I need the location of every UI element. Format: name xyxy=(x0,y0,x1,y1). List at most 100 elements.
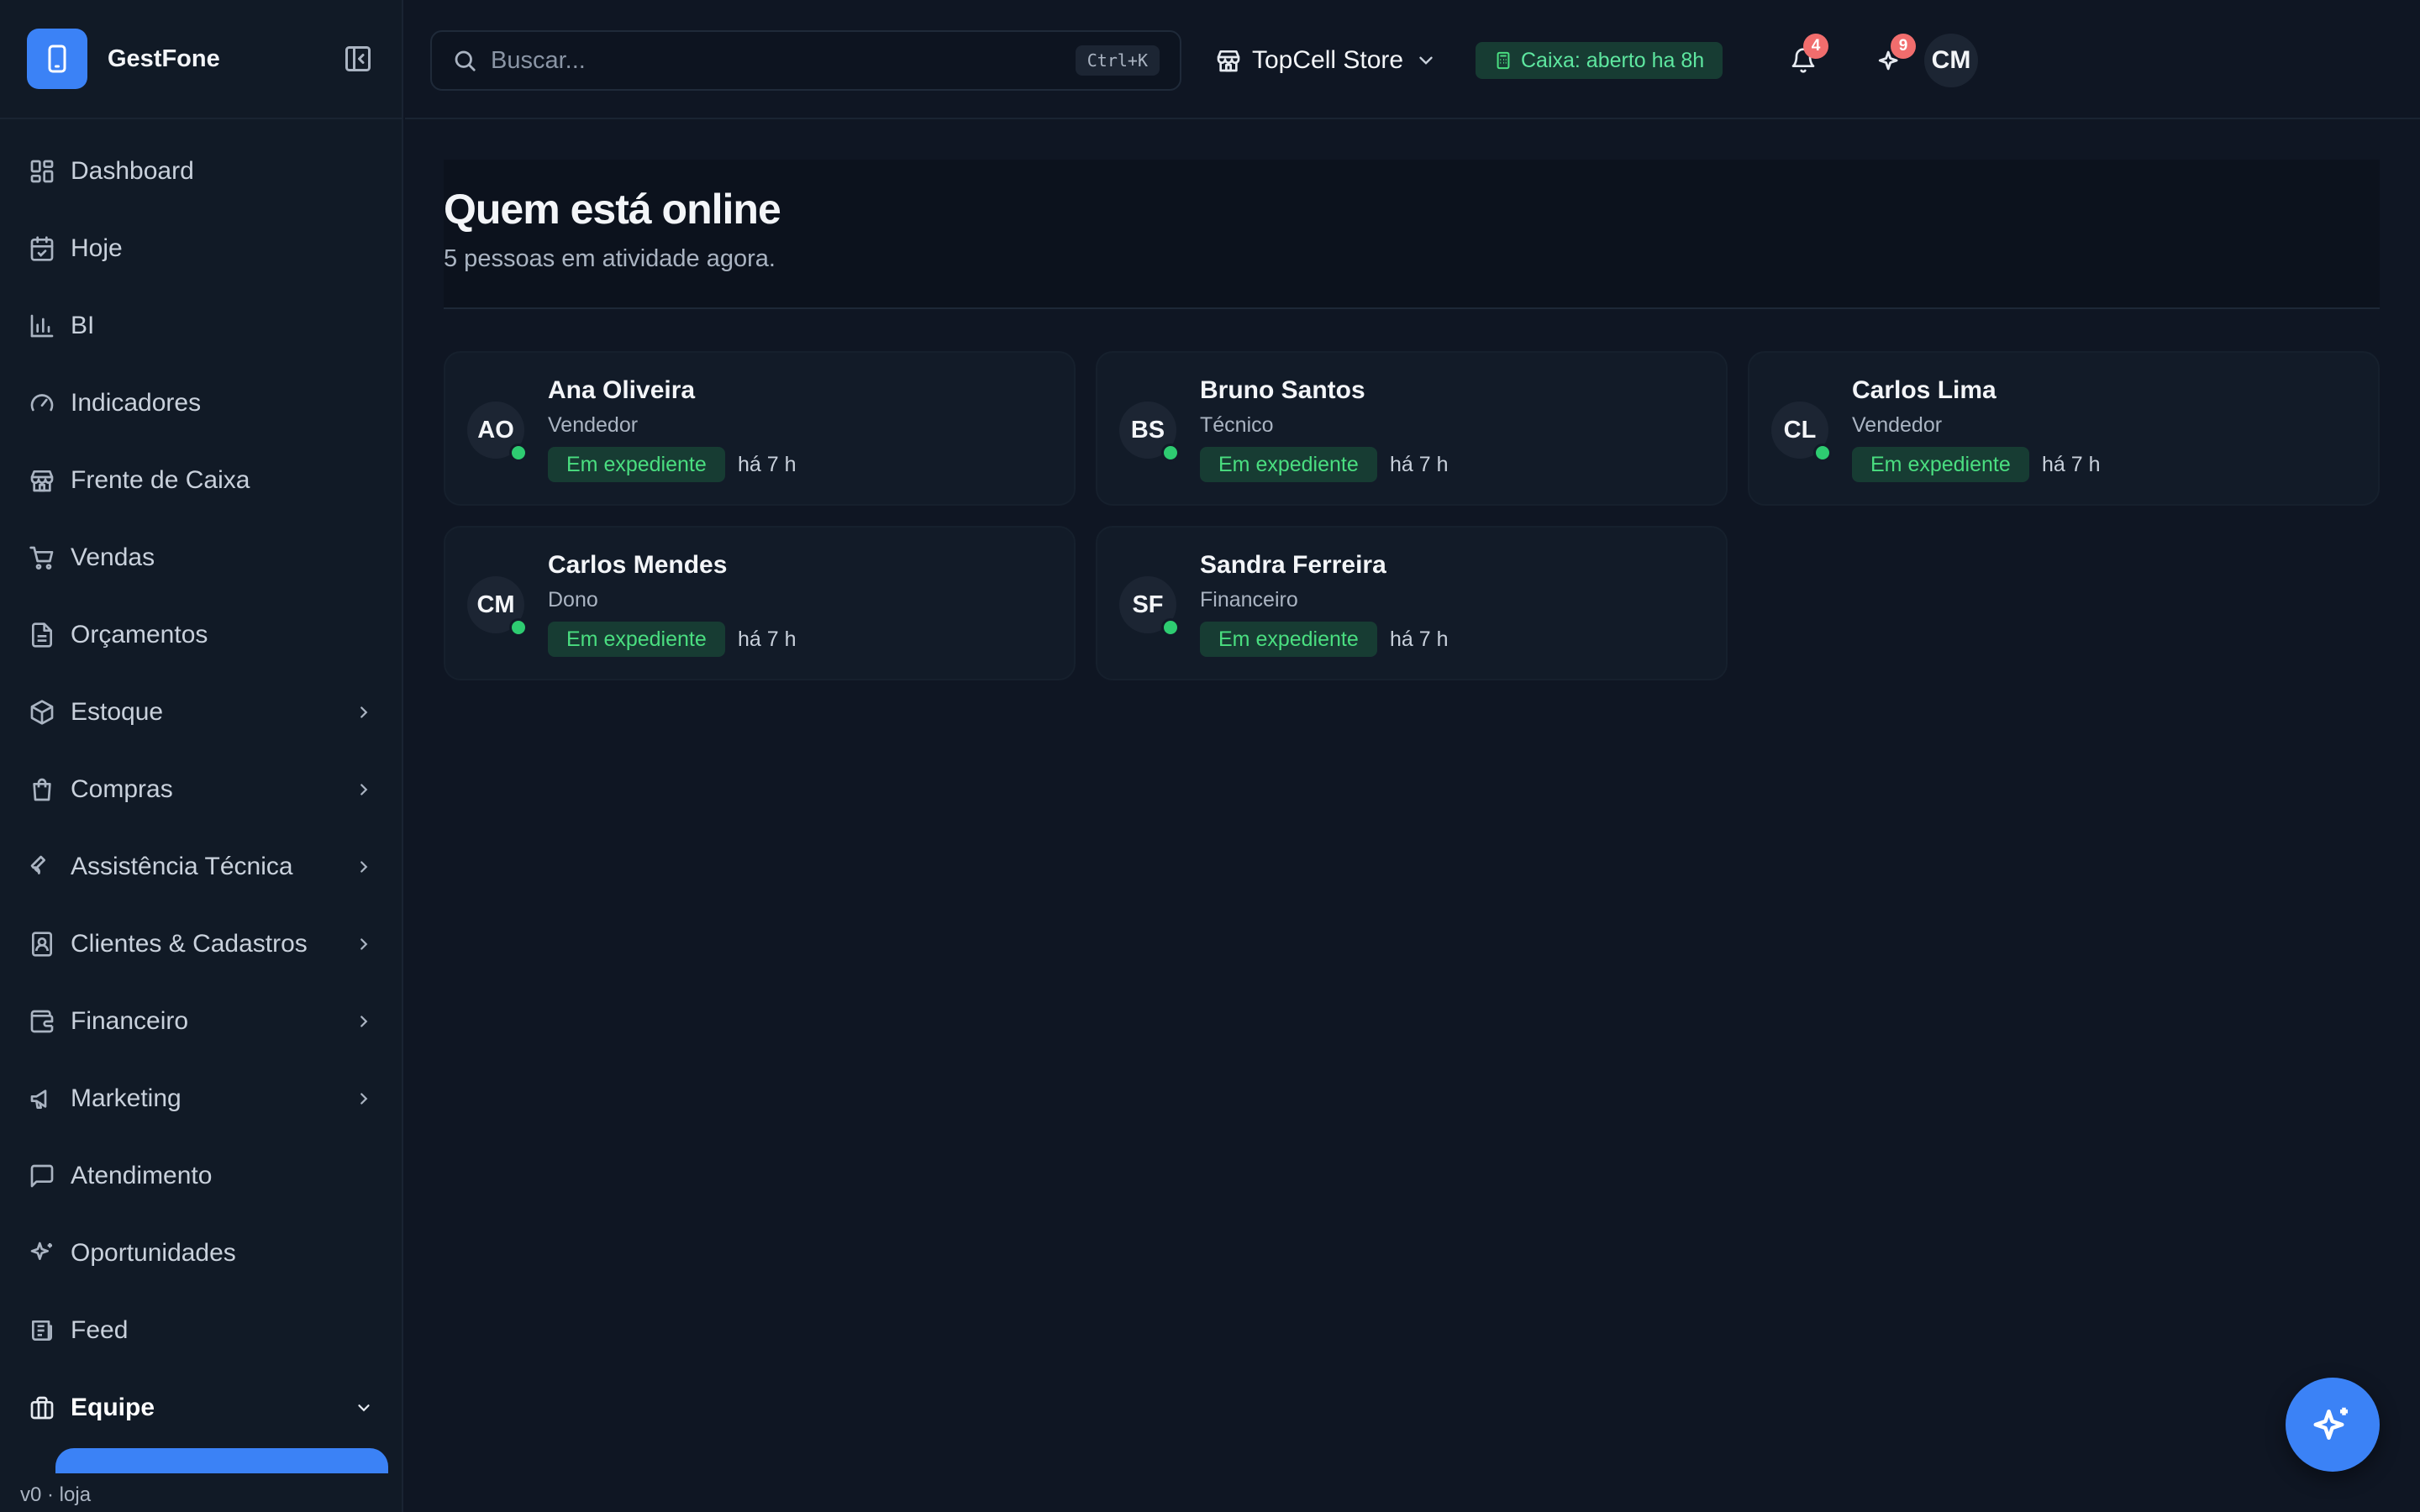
sidebar-item-label: Hoje xyxy=(71,234,123,262)
sidebar-item-label: Clientes & Cadastros xyxy=(71,930,308,958)
page-title: Quem está online xyxy=(444,186,781,233)
briefcase-icon xyxy=(30,1396,54,1420)
ai-assistant-button[interactable] xyxy=(2286,1378,2380,1472)
user-name: Carlos Lima xyxy=(1852,376,1996,404)
chevron-right-icon xyxy=(360,1016,368,1027)
status-badge: Em expediente xyxy=(548,622,725,657)
store-name: TopCell Store xyxy=(1252,46,1404,74)
notifications-button[interactable]: 4 xyxy=(1776,34,1830,87)
user-role: Vendedor xyxy=(1852,413,1943,437)
online-since: há 7 h xyxy=(1390,627,1449,651)
chevron-down-icon xyxy=(1419,56,1433,65)
online-indicator xyxy=(1161,618,1180,637)
sidebar-item-assistencia-tecnica[interactable]: Assistência Técnica xyxy=(0,828,402,906)
sidebar-item-label: Frente de Caixa xyxy=(71,466,250,494)
dashboard-icon xyxy=(30,160,54,183)
page-subtitle: 5 pessoas em atividade agora. xyxy=(444,245,776,272)
collapse-sidebar-icon[interactable] xyxy=(341,42,375,76)
user-card[interactable]: CL Carlos Lima Vendedor Em expediente há… xyxy=(1748,351,2380,506)
search-input[interactable]: Buscar... Ctrl+K xyxy=(430,30,1181,91)
sidebar-item-label: Atendimento xyxy=(71,1162,213,1189)
sidebar-item-compras[interactable]: Compras xyxy=(0,751,402,828)
online-since: há 7 h xyxy=(2042,452,2101,476)
search-shortcut: Ctrl+K xyxy=(1075,45,1160,76)
calculator-icon xyxy=(1497,51,1510,70)
user-name: Sandra Ferreira xyxy=(1200,551,1386,579)
store-icon xyxy=(30,470,54,492)
sidebar-item-label: Dashboard xyxy=(71,157,194,185)
sidebar-item-label: Oportunidades xyxy=(71,1239,236,1267)
chevron-down-icon xyxy=(358,1404,370,1412)
sidebar-item-orcamentos[interactable]: Orçamentos xyxy=(0,596,402,674)
sidebar-item-label: Vendas xyxy=(71,543,155,571)
phone-logo-icon[interactable] xyxy=(27,29,87,89)
sidebar-item-feed[interactable]: Feed xyxy=(0,1292,402,1369)
sidebar-item-label: Equipe xyxy=(71,1394,155,1421)
status-badge: Em expediente xyxy=(1200,447,1377,482)
sidebar-item-bi[interactable]: BI xyxy=(0,287,402,365)
sidebar-header: GestFone xyxy=(0,0,402,119)
chevron-right-icon xyxy=(360,1093,368,1105)
sidebar-subitem-active[interactable] xyxy=(55,1448,388,1473)
sidebar: GestFone Dashboard Hoje BI Indicadores F… xyxy=(0,0,403,1512)
user-name: Carlos Mendes xyxy=(548,551,728,579)
chevron-right-icon xyxy=(360,861,368,873)
wallet-icon xyxy=(30,1010,54,1033)
sidebar-item-vendas[interactable]: Vendas xyxy=(0,519,402,596)
sidebar-item-dashboard[interactable]: Dashboard xyxy=(0,133,402,210)
store-icon xyxy=(1217,50,1240,72)
sidebar-item-atendimento[interactable]: Atendimento xyxy=(0,1137,402,1215)
megaphone-icon xyxy=(30,1089,47,1109)
user-role: Vendedor xyxy=(548,413,639,437)
search-icon xyxy=(455,50,476,71)
chevron-right-icon xyxy=(360,938,368,950)
user-name: Ana Oliveira xyxy=(548,376,696,404)
sidebar-item-clientes-cadastros[interactable]: Clientes & Cadastros xyxy=(0,906,402,983)
wrench-icon xyxy=(30,855,46,874)
status-badge: Em expediente xyxy=(548,447,725,482)
sidebar-item-equipe[interactable]: Equipe xyxy=(0,1369,402,1446)
shopping-bag-icon xyxy=(33,778,51,801)
chevron-right-icon xyxy=(360,706,368,718)
caixa-status-badge[interactable]: Caixa: aberto ha 8h xyxy=(1476,42,1723,79)
online-indicator xyxy=(1161,444,1180,462)
calendar-check-icon xyxy=(30,236,54,261)
newspaper-icon xyxy=(32,1320,52,1341)
sidebar-item-marketing[interactable]: Marketing xyxy=(0,1060,402,1137)
online-indicator xyxy=(509,444,528,462)
user-card[interactable]: AO Ana Oliveira Vendedor Em expediente h… xyxy=(444,351,1076,506)
search-placeholder: Buscar... xyxy=(491,46,586,74)
user-role: Dono xyxy=(548,588,598,612)
sidebar-item-indicadores[interactable]: Indicadores xyxy=(0,365,402,442)
chevron-right-icon xyxy=(360,784,368,795)
sidebar-item-estoque[interactable]: Estoque xyxy=(0,674,402,751)
sidebar-item-financeiro[interactable]: Financeiro xyxy=(0,983,402,1060)
user-avatar[interactable]: CM xyxy=(1924,34,1978,87)
sidebar-item-label: Compras xyxy=(71,775,173,803)
bar-chart-icon xyxy=(30,314,54,338)
sidebar-item-hoje[interactable]: Hoje xyxy=(0,210,402,287)
store-selector[interactable]: TopCell Store xyxy=(1215,35,1437,86)
online-indicator xyxy=(1813,444,1832,462)
sidebar-item-oportunidades[interactable]: Oportunidades xyxy=(0,1215,402,1292)
sidebar-item-frente-de-caixa[interactable]: Frente de Caixa xyxy=(0,442,402,519)
sidebar-item-label: Orçamentos xyxy=(71,621,208,648)
user-name: Bruno Santos xyxy=(1200,376,1365,404)
app-name: GestFone xyxy=(108,45,220,72)
user-role: Técnico xyxy=(1200,413,1274,437)
online-indicator xyxy=(509,618,528,637)
sidebar-item-label: Indicadores xyxy=(71,389,202,417)
online-since: há 7 h xyxy=(1390,452,1449,476)
online-since: há 7 h xyxy=(738,452,797,476)
cart-icon xyxy=(29,546,54,570)
user-role: Financeiro xyxy=(1200,588,1298,612)
status-badge: Em expediente xyxy=(1852,447,2029,482)
user-card[interactable]: SF Sandra Ferreira Financeiro Em expedie… xyxy=(1096,526,1728,680)
chat-icon xyxy=(30,1164,54,1188)
sidebar-item-label: BI xyxy=(71,312,95,339)
suggestions-button[interactable]: 9 xyxy=(1864,34,1918,87)
sidebar-item-label: Financeiro xyxy=(71,1007,189,1035)
notifications-count-badge: 4 xyxy=(1803,34,1828,59)
user-card[interactable]: CM Carlos Mendes Dono Em expediente há 7… xyxy=(444,526,1076,680)
user-card[interactable]: BS Bruno Santos Técnico Em expediente há… xyxy=(1096,351,1728,506)
